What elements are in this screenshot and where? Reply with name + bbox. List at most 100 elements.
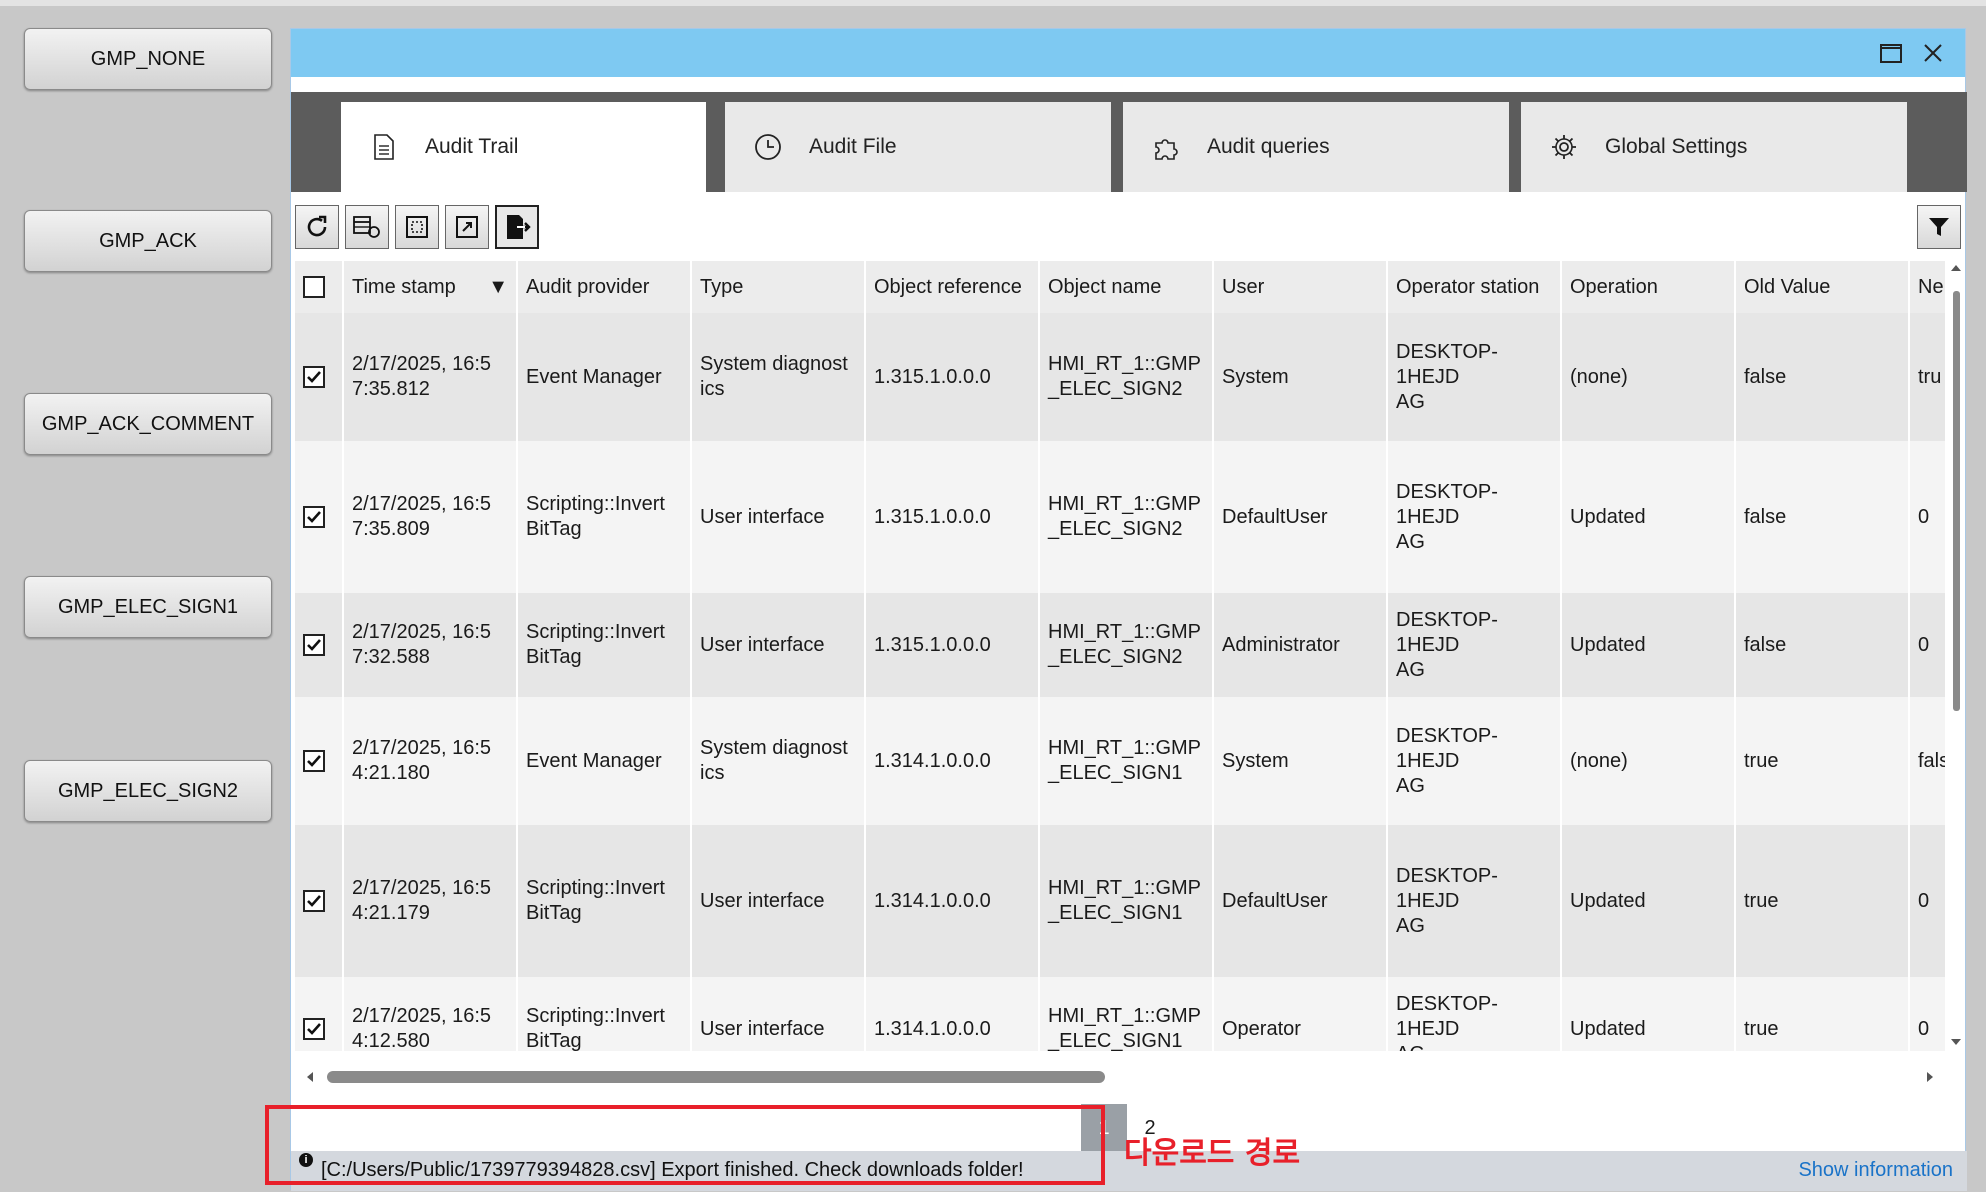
audit-viewer-window: Audit Trail Audit File Audit queries Glo… [290, 28, 1967, 1191]
table-cell: DESKTOP-1HEJD AG [1387, 313, 1562, 441]
filter-icon[interactable] [1917, 205, 1961, 249]
row-checkbox-cell[interactable] [295, 441, 344, 593]
table-cell: Scripting::Invert BitTag [517, 593, 692, 697]
refresh-icon[interactable] [295, 205, 339, 249]
gear-icon [1549, 132, 1579, 162]
check-icon [307, 511, 321, 523]
gmp-none-button[interactable]: GMP_NONE [24, 28, 272, 90]
table-row[interactable]: 2/17/2025, 16:5 4:21.179 Scripting::Inver… [295, 825, 1945, 977]
export-file-icon[interactable] [495, 205, 539, 249]
column-header[interactable]: Old Value [1735, 261, 1910, 313]
table-cell: false [1735, 441, 1910, 593]
toolbar [295, 205, 539, 253]
table-cell: DESKTOP-1HEJD AG [1387, 697, 1562, 825]
table-cell: DESKTOP-1HEJD AG [1387, 593, 1562, 697]
table-cell: 2/17/2025, 16:5 7:35.809 [343, 441, 518, 593]
close-icon[interactable] [1919, 39, 1947, 67]
table-cell: 2/17/2025, 16:5 7:35.812 [343, 313, 518, 441]
tab-global-settings[interactable]: Global Settings [1521, 102, 1907, 192]
header-checkbox[interactable] [303, 276, 325, 298]
table-cell: Updated [1561, 441, 1736, 593]
highlight-box [265, 1105, 1105, 1185]
export-view-icon[interactable] [445, 205, 489, 249]
maximize-icon[interactable] [1877, 39, 1905, 67]
table-cell: User interface [691, 825, 866, 977]
table-cell: DESKTOP-1HEJD AG [1387, 441, 1562, 593]
tab-strip: Audit Trail Audit File Audit queries Glo… [291, 92, 1967, 192]
table-cell: Event Manager [517, 697, 692, 825]
audit-table: Time stamp ▼ Audit provider Type Object r… [295, 261, 1945, 1051]
gmp-ack-button[interactable]: GMP_ACK [24, 210, 272, 272]
column-header[interactable]: Object name [1039, 261, 1214, 313]
table-cell: System [1213, 697, 1388, 825]
table-row[interactable]: 2/17/2025, 16:5 4:12.580 Scripting::Inver… [295, 977, 1945, 1051]
row-checkbox[interactable] [303, 890, 325, 912]
check-icon [307, 895, 321, 907]
column-header[interactable]: Object reference [865, 261, 1040, 313]
row-checkbox[interactable] [303, 750, 325, 772]
row-checkbox-cell[interactable] [295, 593, 344, 697]
row-checkbox-cell[interactable] [295, 313, 344, 441]
table-cell: true [1735, 697, 1910, 825]
column-header[interactable]: Time stamp ▼ [343, 261, 518, 313]
column-header[interactable]: Operator station [1387, 261, 1562, 313]
table-cell: DefaultUser [1213, 441, 1388, 593]
row-checkbox[interactable] [303, 366, 325, 388]
row-checkbox[interactable] [303, 634, 325, 656]
document-icon [369, 132, 399, 162]
table-row[interactable]: 2/17/2025, 16:5 7:35.809 Scripting::Inver… [295, 441, 1945, 593]
table-cell: Operator [1213, 977, 1388, 1051]
table-cell: User interface [691, 593, 866, 697]
vertical-scrollbar[interactable] [1946, 261, 1966, 1051]
sort-desc-icon: ▼ [488, 275, 508, 298]
tab-label: Audit File [809, 135, 897, 158]
column-header[interactable]: Operation [1561, 261, 1736, 313]
select-all-icon[interactable] [395, 205, 439, 249]
table-cell: 1.314.1.0.0.0 [865, 697, 1040, 825]
row-checkbox-cell[interactable] [295, 825, 344, 977]
column-header[interactable]: User [1213, 261, 1388, 313]
gmp-elec-sign2-button[interactable]: GMP_ELEC_SIGN2 [24, 760, 272, 822]
tab-audit-file[interactable]: Audit File [725, 102, 1111, 192]
tab-label: Global Settings [1605, 135, 1748, 158]
table-cell: fals [1909, 697, 1945, 825]
row-checkbox[interactable] [303, 1018, 325, 1040]
table-cell: tru [1909, 313, 1945, 441]
tab-label: Audit Trail [425, 135, 519, 158]
table-cell: 1.315.1.0.0.0 [865, 441, 1040, 593]
column-header[interactable]: Audit provider [517, 261, 692, 313]
table-cell: Event Manager [517, 313, 692, 441]
gmp-elec-sign1-button[interactable]: GMP_ELEC_SIGN1 [24, 576, 272, 638]
table-cell: DefaultUser [1213, 825, 1388, 977]
row-checkbox-cell[interactable] [295, 977, 344, 1051]
table-row[interactable]: 2/17/2025, 16:5 7:35.812 Event Manager Sys… [295, 313, 1945, 441]
row-checkbox[interactable] [303, 506, 325, 528]
table-cell: HMI_RT_1::GMP _ELEC_SIGN2 [1039, 593, 1214, 697]
table-cell: 2/17/2025, 16:5 4:21.179 [343, 825, 518, 977]
table-cell: HMI_RT_1::GMP _ELEC_SIGN1 [1039, 697, 1214, 825]
horizontal-scrollbar[interactable] [295, 1067, 1945, 1087]
gmp-ack-comment-button[interactable]: GMP_ACK_COMMENT [24, 393, 272, 455]
table-refresh-icon[interactable] [345, 205, 389, 249]
table-cell: DESKTOP-1HEJD AG [1387, 977, 1562, 1051]
table-cell: HMI_RT_1::GMP _ELEC_SIGN2 [1039, 313, 1214, 441]
tab-audit-queries[interactable]: Audit queries [1123, 102, 1509, 192]
table-cell: false [1735, 593, 1910, 697]
table-cell: System [1213, 313, 1388, 441]
table-cell: Updated [1561, 977, 1736, 1051]
table-cell: (none) [1561, 313, 1736, 441]
row-checkbox-cell[interactable] [295, 697, 344, 825]
table-cell: true [1735, 977, 1910, 1051]
show-information-link[interactable]: Show information [1798, 1159, 1953, 1182]
table-cell: HMI_RT_1::GMP _ELEC_SIGN1 [1039, 825, 1214, 977]
check-icon [307, 755, 321, 767]
tab-label: Audit queries [1207, 135, 1330, 158]
select-all-header[interactable] [295, 261, 344, 313]
table-cell: (none) [1561, 697, 1736, 825]
tab-audit-trail[interactable]: Audit Trail [341, 102, 706, 192]
table-cell: 2/17/2025, 16:5 7:32.588 [343, 593, 518, 697]
table-row[interactable]: 2/17/2025, 16:5 4:21.180 Event Manager Sys… [295, 697, 1945, 825]
table-row[interactable]: 2/17/2025, 16:5 7:32.588 Scripting::Inver… [295, 593, 1945, 697]
column-header[interactable]: Type [691, 261, 866, 313]
column-header[interactable]: Ne [1909, 261, 1945, 313]
